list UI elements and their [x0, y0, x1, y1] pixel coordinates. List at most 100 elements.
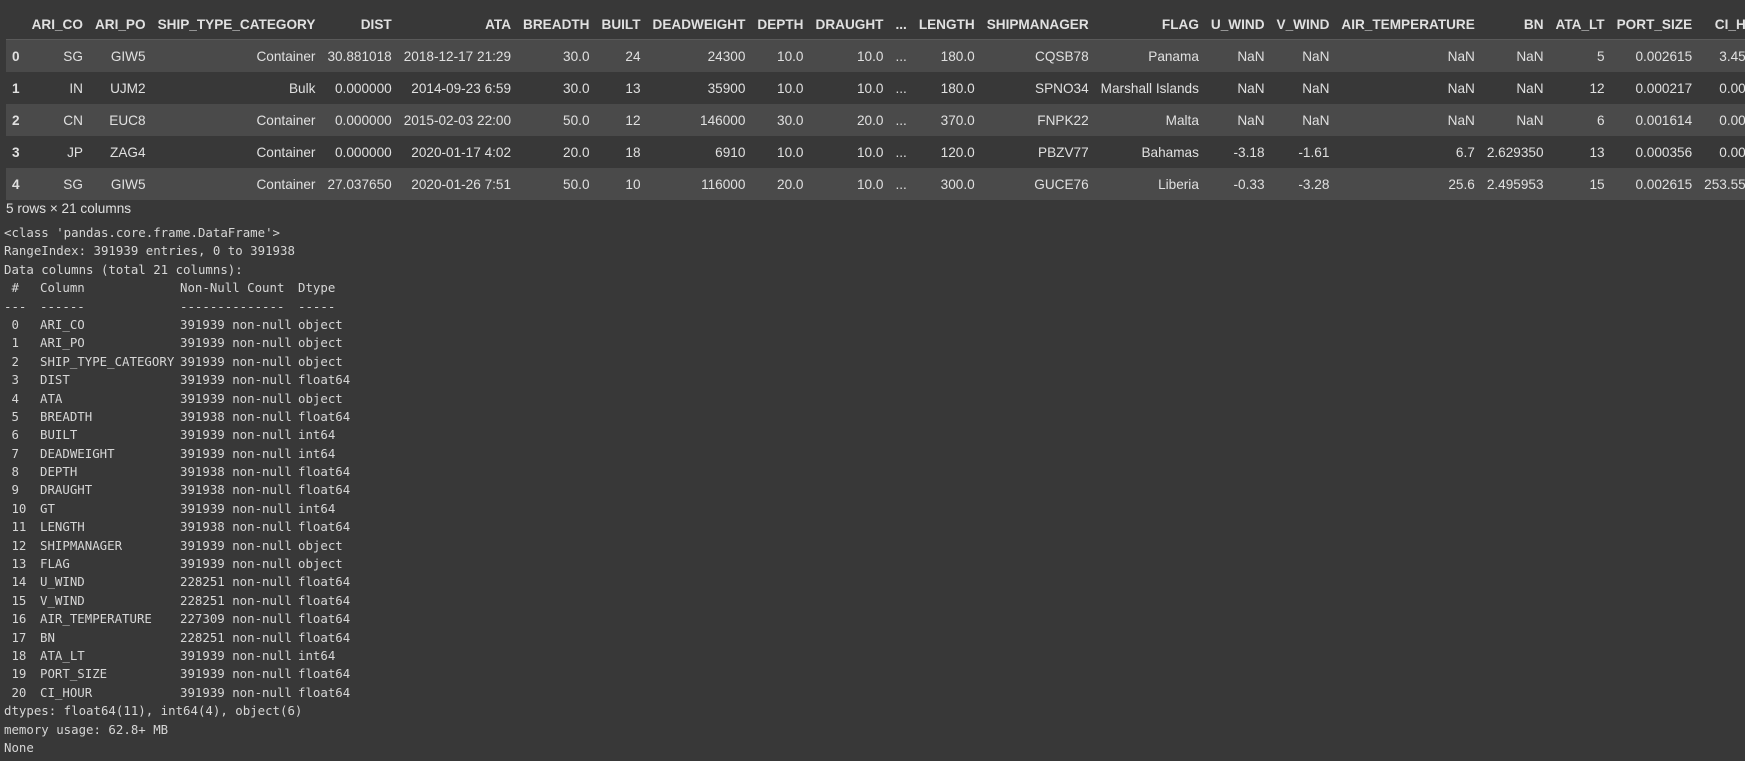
info-column-row: 6 BUILT 391939 non-null int64: [4, 427, 336, 443]
info-column-row: 15 V_WIND 228251 non-null float64: [4, 592, 351, 608]
table-cell: ...: [895, 144, 907, 160]
column-header: ATA_LT: [1549, 10, 1611, 40]
table-cell: NaN: [1237, 48, 1265, 64]
table-cell: ...: [895, 176, 907, 192]
column-header: DIST: [321, 10, 398, 40]
table-cell: 300.0: [940, 176, 975, 192]
table-cell: JP: [67, 144, 83, 160]
table-cell: PBZV77: [1038, 144, 1089, 160]
info-column-row: 12 SHIPMANAGER 391939 non-null object: [4, 537, 343, 553]
table-cell: 50.0: [563, 176, 590, 192]
table-cell: 146000: [700, 112, 746, 128]
column-header: BN: [1480, 10, 1550, 40]
info-column-row: 17 BN 228251 non-null float64: [4, 629, 351, 645]
table-cell: 30.0: [563, 80, 590, 96]
table-cell: 0.000000: [335, 80, 392, 96]
table-cell: 6: [1597, 112, 1605, 128]
info-column-row: 9 DRAUGHT 391938 non-null float64: [4, 482, 351, 498]
row-index: 1: [12, 80, 20, 96]
table-cell: 0.000000: [1719, 112, 1745, 128]
table-cell: 20.0: [857, 112, 884, 128]
table-cell: 116000: [701, 176, 746, 192]
table-cell: 0.001614: [1635, 112, 1693, 128]
info-class-line: <class 'pandas.core.frame.DataFrame'>: [4, 225, 281, 240]
table-cell: 0.002615: [1635, 48, 1693, 64]
table-cell: 24300: [707, 48, 746, 64]
table-cell: 35900: [707, 80, 746, 96]
table-cell: GIW5: [110, 176, 146, 192]
table-cell: SG: [63, 176, 83, 192]
table-cell: NaN: [1516, 112, 1544, 128]
table-cell: Bahamas: [1141, 144, 1199, 160]
table-cell: ...: [895, 112, 907, 128]
table-cell: NaN: [1447, 112, 1475, 128]
table-cell: IN: [69, 80, 83, 96]
table-cell: 0.000217: [1635, 80, 1693, 96]
row-index: 4: [12, 176, 20, 192]
info-data-columns: Data columns (total 21 columns):: [4, 261, 243, 277]
table-cell: 180.0: [940, 80, 975, 96]
table-cell: 10.0: [777, 48, 804, 64]
table-cell: 370.0: [940, 112, 975, 128]
table-cell: 0.000000: [1719, 80, 1745, 96]
table-cell: NaN: [1237, 112, 1265, 128]
table-cell: GUCE76: [1034, 176, 1089, 192]
info-column-row: 13 FLAG 391939 non-null object: [4, 556, 343, 572]
table-cell: FNPK22: [1037, 112, 1089, 128]
table-cell: NaN: [1302, 48, 1330, 64]
column-header: BUILT: [595, 10, 647, 40]
table-cell: UJM2: [110, 80, 146, 96]
table-cell: -1.61: [1298, 144, 1330, 160]
table-cell: 5: [1597, 48, 1605, 64]
table-cell: 15: [1589, 176, 1605, 192]
table-row: 3 JP ZAG4 Container 0.000000 2020-01-17 4:02 2…: [6, 136, 1745, 168]
info-column-row: 4 ATA 391939 non-null object: [4, 390, 343, 406]
table-cell: 25.6: [1448, 176, 1475, 192]
table-body: 0 SG GIW5 Container 30.881018 2018-12-17 21:2…: [6, 39, 1745, 200]
info-column-row: 10 GT 391939 non-null int64: [4, 500, 336, 516]
info-column-row: 2 SHIP_TYPE_CATEGORY 391939 non-null object: [4, 353, 343, 369]
table-row: 1 IN UJM2 Bulk 0.000000 2014-09-23 6:59 30.0 13…: [6, 72, 1745, 104]
table-cell: 2020-01-26 7:51: [411, 176, 512, 192]
table-cell: 30.881018: [327, 48, 392, 64]
column-header: V_WIND: [1270, 10, 1336, 40]
table-cell: 0.000000: [1719, 144, 1745, 160]
column-header: ...: [889, 10, 913, 40]
table-cell: ...: [895, 48, 907, 64]
column-header: CI_HOUR: [1698, 10, 1745, 40]
column-header: SHIPMANAGER: [980, 10, 1095, 40]
table-cell: 10: [625, 176, 641, 192]
table-cell: 27.037650: [327, 176, 392, 192]
table-cell: 6910: [715, 144, 746, 160]
info-column-row: 5 BREADTH 391938 non-null float64: [4, 408, 351, 424]
table-cell: 2015-02-03 22:00: [403, 112, 512, 128]
table-cell: 6.7: [1455, 144, 1475, 160]
table-cell: 24: [625, 48, 641, 64]
info-header: # Column Non-Null Count Dtype: [4, 280, 336, 296]
column-header: ARI_PO: [88, 10, 152, 40]
table-cell: EUC8: [109, 112, 146, 128]
table-cell: 30.0: [563, 48, 590, 64]
column-header: DRAUGHT: [809, 10, 890, 40]
table-cell: 10.0: [777, 80, 804, 96]
table-cell: 10.0: [777, 144, 804, 160]
info-column-row: 11 LENGTH 391938 non-null float64: [4, 519, 351, 535]
table-cell: 18: [625, 144, 641, 160]
row-index: 2: [12, 112, 20, 128]
table-cell: -0.33: [1233, 176, 1265, 192]
table-cell: 50.0: [563, 112, 590, 128]
table-cell: 2.629350: [1486, 144, 1544, 160]
table-cell: 0.002615: [1635, 176, 1693, 192]
table-cell: 10.0: [857, 80, 884, 96]
info-dtypes: dtypes: float64(11), int64(4), object(6): [4, 703, 303, 719]
table-cell: SG: [63, 48, 83, 64]
table-cell: Liberia: [1158, 176, 1199, 192]
table-cell: 20.0: [563, 144, 590, 160]
info-return-value: None: [4, 739, 34, 755]
table-cell: 0.000000: [335, 112, 392, 128]
table-row: 2 CN EUC8 Container 0.000000 2015-02-03 22:00…: [6, 104, 1745, 136]
dataframe-table: ARI_CO ARI_PO SHIP_TYPE_CATEGORY DIST ATA BRE…: [6, 10, 1745, 200]
table-row: 4 SG GIW5 Container 27.037650 2020-01-26 7:51…: [6, 168, 1745, 200]
table-cell: 120.0: [940, 144, 975, 160]
info-column-row: 7 DEADWEIGHT 391939 non-null int64: [4, 445, 336, 461]
